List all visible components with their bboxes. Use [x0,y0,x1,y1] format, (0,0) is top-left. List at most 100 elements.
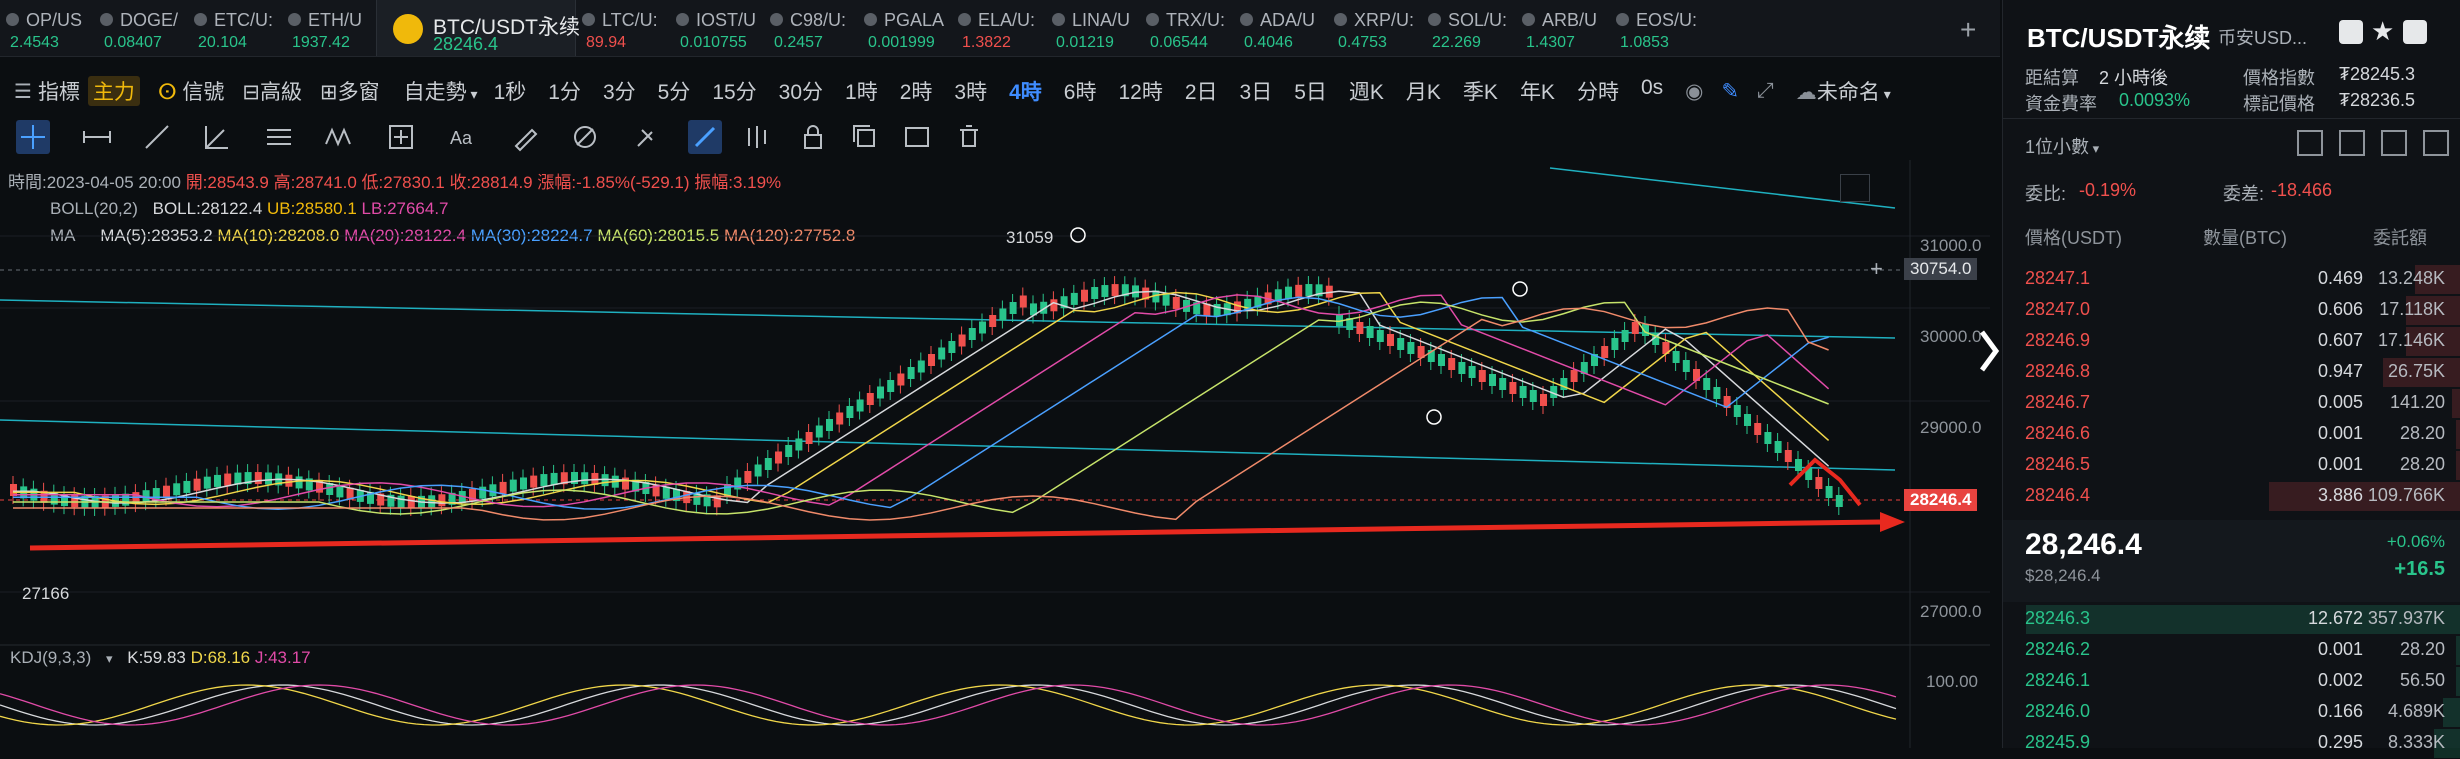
symbol-tab[interactable]: ETH/U 1937.42 [282,0,376,56]
text-icon[interactable]: Aa [446,120,480,154]
asks-row[interactable]: 28246.8 0.947 26.75K [2003,357,2460,388]
asks-row[interactable]: 28247.0 0.606 17.118K [2003,295,2460,326]
interval-option[interactable]: 1分 [548,76,581,106]
interval-option[interactable]: 3分 [603,76,636,106]
symbol-tab[interactable]: LINA/U 0.01219 [1046,0,1140,56]
hide-drawings-icon[interactable] [568,120,602,154]
multi-window-button[interactable]: ⊞多窗 [320,76,380,106]
advanced-button[interactable]: ⊟高級 [242,76,302,106]
bids-row[interactable]: 28246.0 0.166 4.689K [2003,697,2460,728]
lock-icon[interactable] [796,120,830,154]
symbol-tab[interactable]: SOL/U: 22.269 [1422,0,1516,56]
asks-row[interactable]: 28246.7 0.005 141.20 [2003,388,2460,419]
add-alert-icon[interactable]: + [1870,256,1883,282]
asks-row[interactable]: 28246.5 0.001 28.20 [2003,450,2460,481]
interval-option[interactable]: 12時 [1118,76,1162,106]
star-icon[interactable]: ★ [2371,16,2394,47]
symbol-tab[interactable]: ELA/U: 1.3822 [952,0,1046,56]
measure-icon[interactable] [384,120,418,154]
trash-icon[interactable] [952,120,986,154]
interval-option[interactable]: 2時 [900,76,933,106]
interval-option[interactable]: 月K [1406,76,1441,106]
draw-mode-icon[interactable] [688,120,722,154]
indicators-button[interactable]: 指標 [38,76,80,106]
add-tab-icon[interactable]: + [1960,14,1976,46]
candle-body [1366,326,1374,338]
interval-option[interactable]: 3日 [1240,76,1273,106]
asks-row[interactable]: 28246.4 3.886 109.766K [2003,481,2460,512]
chart-toolbar: ☰ 指標 主力 ⵙ 信號 ⊟高級 ⊞多窗 自走勢 ▾ 1秒 1分 3分 5分 15分 30… [0,71,2000,111]
symbol-tab[interactable]: EOS/U: 1.0853 [1610,0,1704,56]
candle-body [1611,338,1619,350]
chevron-right-icon[interactable] [1976,326,2004,376]
wave-icon[interactable] [322,120,356,154]
interval-option[interactable]: 1秒 [494,76,527,106]
symbol-tab[interactable]: TRX/U: 0.06544 [1140,0,1234,56]
bids-row[interactable]: 28245.9 0.295 8.333K [2003,728,2460,759]
bids-row[interactable]: 28246.3 12.672 357.937K [2003,604,2460,635]
share-icon[interactable] [2403,20,2427,44]
copy-icon[interactable] [848,120,882,154]
asks-row[interactable]: 28246.6 0.001 28.20 [2003,419,2460,450]
precision-dropdown[interactable]: 1位小數 ▾ [2025,133,2099,159]
bids-row[interactable]: 28246.1 0.002 56.50 [2003,666,2460,697]
screenshot-icon[interactable] [900,120,934,154]
auto-trend-dropdown[interactable]: 自走勢 ▾ [404,76,478,106]
interval-option[interactable]: 5分 [658,76,691,106]
indicator-list-icon[interactable]: ☰ [14,79,32,104]
main-force-badge[interactable]: 主力 [87,76,140,106]
symbol-tab[interactable]: PGALA 0.001999 [858,0,952,56]
symbol-tab[interactable]: LTC/U: 89.94 [576,0,670,56]
interval-option[interactable]: 0s [1641,76,1663,106]
interval-option[interactable]: 1時 [845,76,878,106]
kdj-legend[interactable]: KDJ(9,3,3) ▾ K:59.83 D:68.16 J:43.17 [10,648,311,668]
symbol-tab[interactable]: ADA/U 0.4046 [1234,0,1328,56]
symbol-tab[interactable]: IOST/U 0.010755 [670,0,764,56]
bids-row[interactable]: 28246.2 0.001 28.20 [2003,635,2460,666]
interval-option[interactable]: 分時 [1577,76,1619,106]
expand-icon[interactable]: ⤢ [1757,79,1774,103]
eraser-icon[interactable] [508,120,542,154]
candle-body [265,472,272,485]
book-mode-asks-icon[interactable] [2339,130,2365,156]
alarm-icon[interactable] [2339,20,2363,44]
interval-option[interactable]: 3時 [954,76,987,106]
symbol-tab[interactable]: C98/U: 0.2457 [764,0,858,56]
magnet-icon[interactable] [628,120,662,154]
trend-line-icon[interactable] [140,120,174,154]
book-mode-bids-icon[interactable] [2381,130,2407,156]
symbol-tab[interactable]: DOGE/0.08407 [94,0,188,56]
symbol-tab[interactable]: BTC/USDT永续 28246.4 [376,0,580,56]
pen-icon[interactable]: ✎ [1721,79,1739,104]
angle-icon[interactable] [200,120,234,154]
parallel-channel-icon[interactable] [262,120,296,154]
interval-option[interactable]: 2日 [1185,76,1218,106]
interval-option[interactable]: 5日 [1294,76,1327,106]
book-settings-icon[interactable] [2423,130,2449,156]
interval-option[interactable]: 季K [1463,76,1498,106]
expand-chart-icon[interactable] [1840,174,1870,202]
order-qty: 0.295 [2317,732,2363,752]
interval-option[interactable]: 15分 [712,76,756,106]
cloud-layout-button[interactable]: ☁未命名 ▾ [1796,76,1891,106]
interval-option[interactable]: 年K [1520,76,1555,106]
symbol-tab[interactable]: OP/US 2.4543 [0,0,94,56]
interval-option[interactable]: 週K [1349,76,1384,106]
crosshair-icon[interactable] [16,120,50,154]
candle-body [581,472,589,485]
asks-row[interactable]: 28247.1 0.469 13.248K [2003,264,2460,295]
symbol-tab[interactable]: ARB/U 1.4307 [1516,0,1610,56]
candle-body [1825,486,1833,498]
interval-option[interactable]: 30分 [779,76,823,106]
camera-icon[interactable]: ◉ [1685,79,1703,104]
multi-window-label: 多窗 [337,81,380,104]
symbol-tab[interactable]: XRP/U: 0.4753 [1328,0,1422,56]
interval-option[interactable]: 4時 [1009,76,1042,106]
interval-option[interactable]: 6時 [1064,76,1097,106]
book-mode-both-icon[interactable] [2297,130,2323,156]
asks-row[interactable]: 28246.9 0.607 17.146K [2003,326,2460,357]
chart-type-icon[interactable] [740,120,774,154]
signals-button[interactable]: ⵙ 信號 [158,76,224,106]
symbol-tab[interactable]: ETC/U: 20.104 [188,0,282,56]
horizontal-line-icon[interactable] [80,120,114,154]
